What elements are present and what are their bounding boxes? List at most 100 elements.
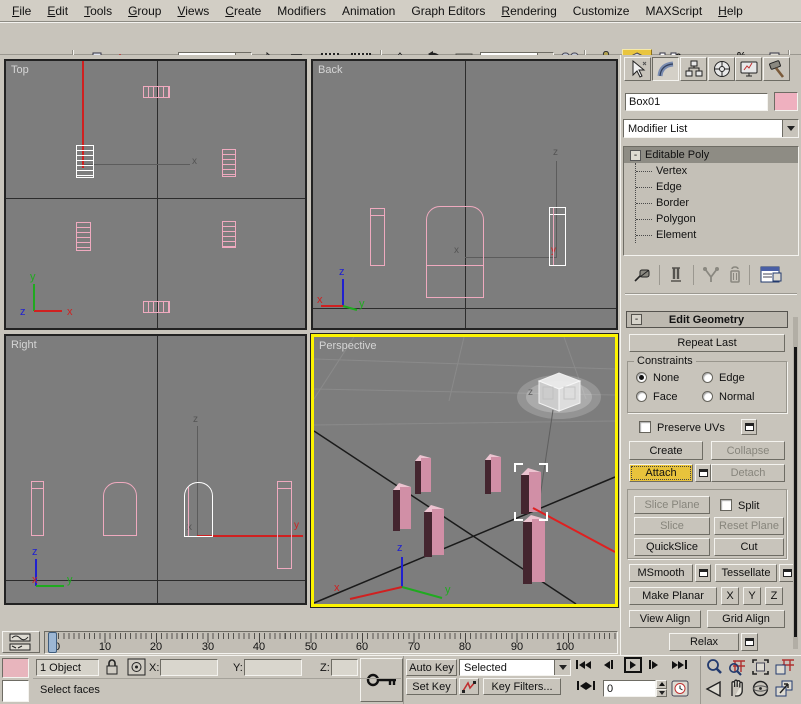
- menu-customize[interactable]: Customize: [565, 1, 638, 21]
- preserve-uvs-checkbox[interactable]: [639, 421, 651, 433]
- track-bar-ruler[interactable]: 0 10 20 30 40 50 60 70 80 90 100: [44, 631, 618, 654]
- relax-button[interactable]: Relax: [669, 633, 739, 651]
- menu-tools[interactable]: Tools: [76, 1, 120, 21]
- box-wireframe[interactable]: [277, 481, 292, 569]
- tab-modify[interactable]: [652, 57, 679, 81]
- zoom-extents-all-button[interactable]: [774, 658, 795, 679]
- stack-item-edge[interactable]: Edge: [624, 179, 798, 195]
- previous-frame-button[interactable]: [604, 660, 614, 669]
- quickslice-button[interactable]: QuickSlice: [634, 538, 710, 556]
- tab-motion[interactable]: [708, 57, 735, 81]
- key-filters-button[interactable]: Key Filters...: [483, 678, 561, 695]
- cut-button[interactable]: Cut: [714, 538, 784, 556]
- constraint-normal-radio[interactable]: [702, 391, 713, 402]
- tessellate-button[interactable]: Tessellate: [715, 564, 777, 582]
- pin-stack-button[interactable]: [632, 266, 652, 287]
- make-planar-z-button[interactable]: Z: [765, 587, 783, 605]
- box-wireframe[interactable]: [143, 86, 170, 98]
- auto-key-button[interactable]: Auto Key: [406, 659, 457, 676]
- split-checkbox[interactable]: [720, 499, 732, 511]
- slice-button[interactable]: Slice: [634, 517, 710, 535]
- selection-lock-toggle[interactable]: [104, 658, 120, 679]
- attach-settings-button[interactable]: [695, 464, 711, 482]
- constraint-normal-label[interactable]: Normal: [719, 391, 754, 403]
- make-planar-y-button[interactable]: Y: [743, 587, 761, 605]
- viewport-perspective[interactable]: z z x: [311, 334, 618, 607]
- zoom-all-button[interactable]: [727, 658, 747, 679]
- rollout-scrollbar[interactable]: [793, 317, 798, 649]
- viewport-top[interactable]: x Top y x z: [4, 59, 307, 330]
- preserve-uvs-settings-button[interactable]: [741, 419, 757, 435]
- stack-item-editable-poly[interactable]: - Editable Poly: [624, 147, 798, 163]
- menu-rendering[interactable]: Rendering: [493, 1, 564, 21]
- key-mode-toggle-button[interactable]: [576, 681, 596, 690]
- constraint-face-radio[interactable]: [636, 391, 647, 402]
- slice-plane-button[interactable]: Slice Plane: [634, 496, 710, 514]
- tab-hierarchy[interactable]: [680, 57, 707, 81]
- split-label[interactable]: Split: [738, 500, 759, 512]
- attach-button[interactable]: Attach: [629, 464, 693, 482]
- frame-spinner[interactable]: [656, 680, 667, 697]
- box-wireframe[interactable]: [76, 222, 91, 251]
- maxscript-mini-listener-white[interactable]: [2, 680, 29, 702]
- current-frame-marker[interactable]: [48, 632, 57, 653]
- box-wireframe-selected[interactable]: [549, 207, 566, 266]
- constraint-edge-label[interactable]: Edge: [719, 372, 745, 384]
- viewport-right[interactable]: z x y Right z x y: [4, 334, 307, 605]
- current-frame-field[interactable]: 0: [603, 680, 656, 697]
- play-button[interactable]: [624, 657, 642, 673]
- x-coordinate-field[interactable]: [160, 659, 218, 676]
- repeat-last-button[interactable]: Repeat Last: [629, 334, 785, 352]
- msmooth-button[interactable]: MSmooth: [629, 564, 693, 582]
- tab-utilities[interactable]: [763, 57, 790, 81]
- box-wireframe[interactable]: [31, 481, 44, 536]
- viewport-back[interactable]: z x y Back z x y: [311, 59, 618, 330]
- configure-modifier-sets-button[interactable]: [759, 265, 783, 288]
- menu-graph-editors[interactable]: Graph Editors: [403, 1, 493, 21]
- relax-settings-button[interactable]: [741, 633, 758, 651]
- set-keys-button[interactable]: [360, 658, 403, 702]
- time-configuration-button[interactable]: [671, 680, 689, 700]
- edit-geometry-rollout-header[interactable]: - Edit Geometry: [626, 311, 788, 328]
- field-of-view-button[interactable]: [705, 680, 724, 701]
- menu-help[interactable]: Help: [710, 1, 751, 21]
- stack-item-border[interactable]: Border: [624, 195, 798, 211]
- box-wireframe[interactable]: [222, 149, 236, 177]
- stack-item-polygon[interactable]: Polygon: [624, 211, 798, 227]
- object-name-field[interactable]: Box01: [625, 93, 768, 111]
- view-align-button[interactable]: View Align: [629, 610, 701, 628]
- go-to-start-button[interactable]: [575, 660, 591, 669]
- create-button[interactable]: Create: [629, 441, 703, 460]
- show-end-result-button[interactable]: [669, 266, 685, 287]
- preserve-uvs-label[interactable]: Preserve UVs: [657, 422, 725, 434]
- remove-modifier-button[interactable]: [727, 266, 743, 287]
- rollout-collapse-icon[interactable]: -: [631, 314, 642, 325]
- object-color-swatch[interactable]: [774, 92, 798, 111]
- arc-rotate-button[interactable]: [751, 679, 770, 701]
- constraint-none-label[interactable]: None: [653, 372, 679, 384]
- constraint-face-label[interactable]: Face: [653, 391, 677, 403]
- menu-modifiers[interactable]: Modifiers: [269, 1, 334, 21]
- absolute-mode-transform-toggle[interactable]: [127, 658, 146, 679]
- modifier-list-dropdown[interactable]: Modifier List: [623, 119, 799, 138]
- box-wireframe[interactable]: [370, 208, 385, 266]
- maxscript-mini-listener-pink[interactable]: [2, 658, 29, 678]
- box-wireframe[interactable]: [103, 482, 137, 536]
- zoom-button[interactable]: [705, 658, 723, 679]
- stack-item-element[interactable]: Element: [624, 227, 798, 243]
- box-wireframe[interactable]: [222, 221, 236, 248]
- constraint-none-radio[interactable]: [636, 372, 647, 383]
- reset-plane-button[interactable]: Reset Plane: [714, 517, 784, 535]
- dropdown-arrow-icon[interactable]: [554, 660, 570, 675]
- pan-button[interactable]: [727, 679, 747, 701]
- set-key-button[interactable]: Set Key: [406, 678, 457, 695]
- make-planar-x-button[interactable]: X: [721, 587, 739, 605]
- make-unique-button[interactable]: [701, 266, 721, 287]
- box-wireframe[interactable]: [143, 301, 170, 313]
- constraint-edge-radio[interactable]: [702, 372, 713, 383]
- box-wireframe-selected[interactable]: [76, 145, 94, 178]
- scrollbar-thumb[interactable]: [794, 347, 797, 637]
- open-mini-curve-editor-button[interactable]: [2, 631, 40, 653]
- zoom-extents-button[interactable]: [751, 658, 770, 679]
- menu-create[interactable]: Create: [217, 1, 269, 21]
